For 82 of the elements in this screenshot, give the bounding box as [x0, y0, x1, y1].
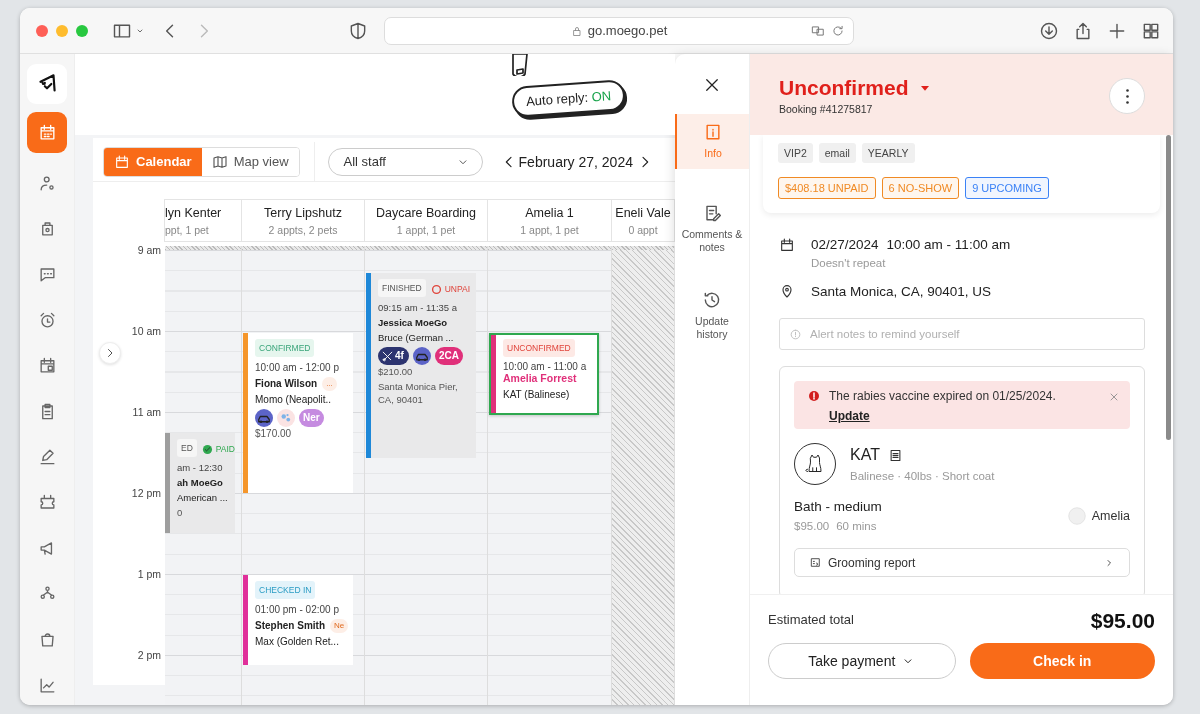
appointment-count: 0 appt: [628, 223, 658, 236]
appointment-time: 10:00 am - 11:00 am: [886, 237, 1011, 252]
grooming-report-button[interactable]: Grooming report: [794, 548, 1130, 577]
appointment-count: 1 appt, 1 pet: [520, 223, 579, 236]
status-label: UNCONFIRMED: [503, 339, 575, 357]
staff-name: Terry Lipshutz: [264, 205, 342, 220]
client-tag: YEARLY: [861, 143, 915, 163]
pet-name: KAT: [850, 446, 880, 464]
status-label: CHECKED IN: [255, 581, 316, 599]
calendar-date: February 27, 2024: [518, 153, 633, 170]
appointment-time: 01:00 pm - 02:00 p: [255, 604, 340, 616]
status-label: CONFIRMED: [255, 339, 315, 357]
total-label: Estimated total: [768, 612, 854, 627]
service-duration: 60 mins: [836, 520, 877, 532]
pet-name: Max (Golden Ret...: [255, 636, 340, 648]
update-link[interactable]: Update: [829, 409, 870, 423]
pet-name: Bruce (German ...: [378, 332, 455, 344]
appointment-time: 10:00 am - 12:00 p: [255, 362, 339, 374]
client-name: Amelia Forrest: [503, 371, 577, 385]
pet-code-tag: Ner: [299, 409, 324, 427]
booking-status: Unconfirmed: [779, 76, 909, 100]
appointment-date: 02/27/2024: [811, 237, 879, 252]
appointment-count: 1 appt, 1 pet: [396, 223, 456, 236]
appointment-card[interactable]: ED PAID am - 12:30 ah MoeGo American ... 0: [165, 433, 235, 533]
client-badge: 9 UPCOMING: [965, 177, 1049, 199]
appointment-card[interactable]: UNCONFIRMED 10:00 am - 11:00 a Amelia Forrest KAT (Balinese): [489, 333, 599, 415]
status-label: ED: [177, 439, 197, 457]
booking-number: Booking #41275817: [779, 103, 874, 115]
staff-name: Amelia: [1091, 508, 1130, 523]
alert-message: The rabies vaccine expired on 01/25/2024.: [829, 389, 1057, 403]
appointment-time: 10:00 am - 11:00 a: [503, 361, 587, 373]
appointment-card[interactable]: CHECKED IN 01:00 pm - 02:00 p Stephen Smith Ne Max (Golden Ret...: [243, 575, 353, 665]
appointment-count: 2 appts, 2 pets: [268, 223, 338, 236]
url-text: go.moego.pet: [587, 23, 668, 38]
appointment-time: am - 12:30: [177, 462, 224, 474]
staff-dropdown[interactable]: All staff: [327, 147, 483, 176]
staff-name: lyn Kenter: [165, 205, 222, 220]
client-name: Jessica MoeGo: [378, 317, 448, 329]
staff-name: Amelia 1: [525, 205, 574, 220]
address-bar[interactable]: go.moego.pet: [384, 16, 854, 45]
appointment-price: $210.00: [378, 366, 414, 378]
repeat-info: Doesn't repeat: [811, 257, 887, 269]
hour-label: 2 pm: [137, 649, 161, 662]
client-badge: $408.18 UNPAID: [778, 177, 876, 199]
payment-status: PAID: [215, 443, 235, 455]
appointment-price: 0: [177, 507, 184, 519]
client-badge: 6 NO-SHOW: [881, 177, 960, 199]
service-price: $95.00: [794, 520, 830, 532]
pet-details: Balinese · 40lbs · Short coat: [850, 470, 995, 482]
pet-name: American ...: [177, 492, 229, 504]
appointment-card[interactable]: CONFIRMED 10:00 am - 12:00 p Fiona Wilson ... Momo (Neapolit.. Ner $170.00: [243, 333, 353, 493]
hour-label: 10 am: [131, 325, 161, 338]
client-name: Fiona Wilson: [255, 378, 318, 390]
client-tag: email: [818, 143, 856, 163]
hour-label: 9 am: [137, 244, 161, 257]
grooming-code: 4f: [395, 350, 404, 362]
appointment-price: $170.00: [255, 428, 293, 440]
pet-name: Momo (Neapolit..: [255, 394, 333, 406]
appointment-address: Santa Monica, CA, 90401, US: [811, 283, 992, 299]
appointment-address: Santa Monica Pier, CA, 90401: [378, 381, 459, 407]
total-amount: $95.00: [1090, 609, 1155, 633]
hour-label: 12 pm: [131, 487, 161, 500]
client-tag: VIP2: [778, 143, 813, 163]
auto-reply-toggle[interactable]: Auto reply: ON: [510, 79, 626, 118]
client-tag: Ne: [330, 619, 349, 633]
hour-label: 1 pm: [137, 568, 161, 581]
appointment-time: 09:15 am - 11:35 a: [378, 302, 459, 314]
appointment-count: ppt, 1 pet: [165, 223, 209, 236]
pet-name: KAT (Balinese): [503, 389, 571, 401]
service-name: Bath - medium: [794, 499, 882, 514]
appointment-card[interactable]: FINISHED UNPAI 09:15 am - 11:35 a Jessica MoeGo Bruce (German ... 4f 2CA $210.00 Santa Monica Pier, CA, 90401: [366, 273, 476, 458]
client-name: Stephen Smith: [255, 620, 325, 632]
staff-name: Daycare Boarding: [375, 205, 477, 220]
status-label: FINISHED: [378, 279, 426, 297]
client-name: ah MoeGo: [177, 477, 223, 489]
take-payment-button[interactable]: Take payment: [768, 643, 956, 679]
staff-name: Eneli Vale: [615, 205, 671, 220]
alert-notes-field[interactable]: Alert notes to remind yourself: [779, 318, 1145, 350]
client-tag: ...: [322, 377, 337, 391]
pet-code-tag: 2CA: [434, 347, 463, 365]
hour-label: 11 am: [132, 406, 161, 419]
payment-status: UNPAI: [444, 283, 471, 295]
